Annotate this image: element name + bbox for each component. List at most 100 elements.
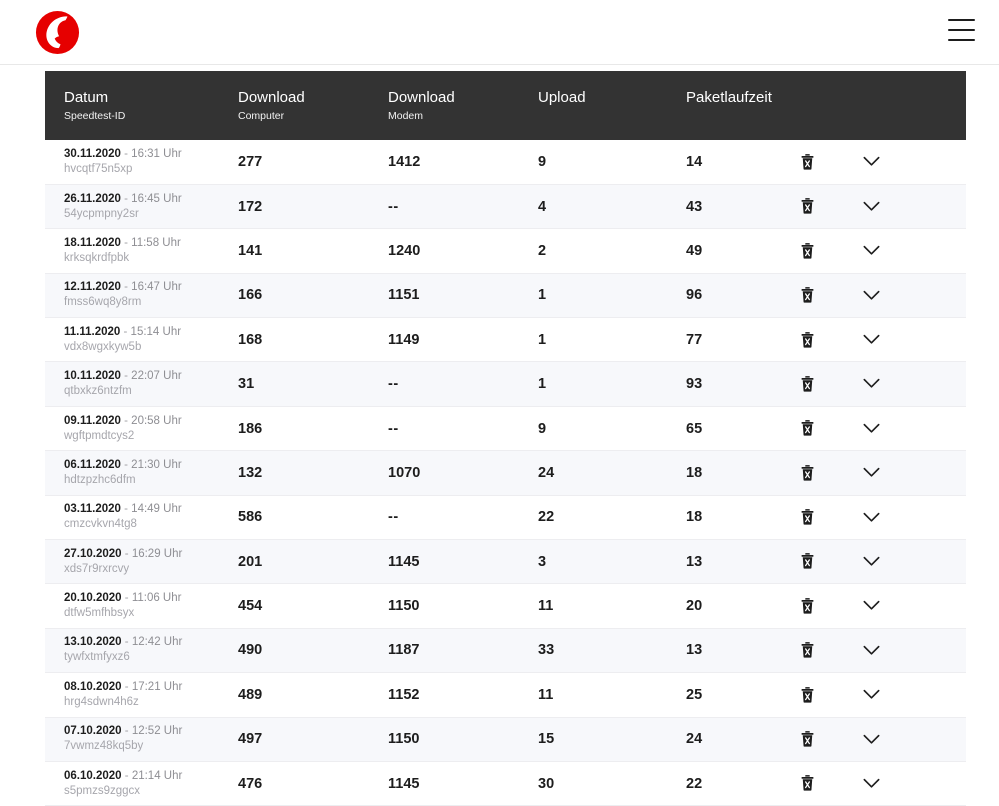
upload-value: 15 (538, 731, 555, 748)
table-row[interactable]: 12.11.2020 - 16:47 Uhr fmss6wq8y8rm 166 115… (45, 273, 966, 318)
cell-actions[interactable] (801, 761, 966, 805)
cell-paketlaufzeit: 65 (686, 406, 801, 450)
row-date-separator: - (124, 147, 128, 160)
delete-row-button[interactable] (801, 153, 814, 170)
cell-actions[interactable] (801, 717, 966, 761)
expand-row-button[interactable] (814, 156, 880, 167)
table-row[interactable]: 08.10.2020 - 17:21 Uhr hrg4sdwn4h6z 489 115… (45, 672, 966, 718)
cell-datum: 11.11.2020 - 15:14 Uhr vdx8wgxkyw5b (45, 318, 238, 362)
cell-datum: 06.11.2020 - 21:30 Uhr hdtzpzhc6dfm (45, 451, 238, 495)
upload-value: 24 (538, 464, 555, 481)
table-row[interactable]: 20.10.2020 - 11:06 Uhr dtfw5mfhbsyx 454 115… (45, 583, 966, 629)
paketlaufzeit-value: 24 (686, 731, 703, 748)
download-computer-value: 168 (238, 331, 263, 348)
delete-row-button[interactable] (801, 553, 814, 570)
cell-datum: 03.11.2020 - 14:49 Uhr cmzcvkvn4tg8 (45, 495, 238, 539)
delete-row-button[interactable] (801, 420, 814, 436)
expand-row-button[interactable] (814, 734, 880, 745)
table-row[interactable]: 03.11.2020 - 14:49 Uhr cmzcvkvn4tg8 586 -- 2… (45, 495, 966, 540)
expand-row-button[interactable] (814, 600, 880, 611)
delete-row-button[interactable] (801, 376, 814, 392)
download-computer-value: 31 (238, 376, 255, 393)
expand-row-button[interactable] (814, 334, 880, 345)
download-modem-value: 1145 (388, 775, 420, 792)
cell-actions[interactable] (801, 451, 966, 495)
table-row[interactable]: 27.10.2020 - 16:29 Uhr xds7r9rxrcvy 201 114… (45, 539, 966, 584)
expand-row-button[interactable] (814, 645, 880, 656)
delete-row-button[interactable] (801, 198, 814, 215)
row-date: 20.10.2020 - 11:06 Uhr (64, 591, 238, 606)
cell-upload: 11 (538, 673, 686, 717)
cell-download-computer: 476 (238, 761, 388, 805)
cell-actions[interactable] (801, 406, 966, 450)
table-row[interactable]: 06.11.2020 - 21:30 Uhr hdtzpzhc6dfm 132 107… (45, 450, 966, 496)
cell-actions[interactable] (801, 140, 966, 184)
cell-actions[interactable] (801, 495, 966, 539)
cell-actions[interactable] (801, 584, 966, 628)
delete-row-button[interactable] (801, 775, 814, 792)
cell-actions[interactable] (801, 273, 966, 317)
delete-row-button[interactable] (801, 287, 814, 303)
table-row[interactable]: 10.11.2020 - 22:07 Uhr qtbxkz6ntzfm 31 -- 1 9… (45, 361, 966, 407)
expand-row-button[interactable] (814, 423, 880, 434)
cell-actions[interactable] (801, 229, 966, 273)
expand-row-button[interactable] (814, 467, 880, 478)
trash-icon (801, 287, 814, 307)
table-row[interactable]: 07.10.2020 - 12:52 Uhr 7vwmz48kq5by 497 115… (45, 717, 966, 762)
menu-icon[interactable] (948, 19, 975, 41)
download-computer-value: 490 (238, 642, 263, 659)
delete-row-button[interactable] (801, 731, 814, 747)
cell-download-computer: 497 (238, 717, 388, 761)
paketlaufzeit-value: 20 (686, 598, 703, 615)
expand-row-button[interactable] (814, 778, 880, 789)
table-row[interactable]: 06.10.2020 - 21:14 Uhr s5pmzs9zggcx 476 114… (45, 761, 966, 806)
expand-row-button[interactable] (814, 512, 880, 523)
trash-icon (801, 553, 814, 573)
expand-row-button[interactable] (814, 290, 880, 301)
expand-row-button[interactable] (814, 245, 880, 256)
row-date: 30.11.2020 - 16:31 Uhr (64, 147, 238, 162)
trash-icon (801, 642, 814, 662)
download-modem-value: 1145 (388, 553, 420, 570)
row-date: 06.10.2020 - 21:14 Uhr (64, 769, 238, 784)
table-row[interactable]: 09.11.2020 - 20:58 Uhr wgftpmdtcys2 186 -- 9… (45, 406, 966, 451)
row-date-separator: - (124, 192, 128, 205)
cell-actions[interactable] (801, 184, 966, 228)
delete-row-button[interactable] (801, 686, 814, 703)
table-row[interactable]: 30.11.2020 - 16:31 Uhr hvcqtf75n5xp 277 141… (45, 140, 966, 185)
cell-actions[interactable] (801, 673, 966, 717)
table-row[interactable]: 18.11.2020 - 11:58 Uhr krksqkrdfpbk 141 124… (45, 228, 966, 274)
download-modem-value: -- (388, 509, 399, 526)
delete-row-button[interactable] (801, 597, 814, 614)
cell-datum: 27.10.2020 - 16:29 Uhr xds7r9rxrcvy (45, 540, 238, 584)
cell-actions[interactable] (801, 540, 966, 584)
vodafone-logo[interactable] (34, 9, 81, 56)
expand-row-button[interactable] (814, 378, 880, 389)
cell-download-modem: -- (388, 184, 538, 228)
download-computer-value: 132 (238, 464, 263, 481)
chevron-down-icon (814, 643, 880, 660)
upload-value: 33 (538, 642, 555, 659)
cell-actions[interactable] (801, 318, 966, 362)
delete-row-button[interactable] (801, 331, 814, 348)
chevron-down-icon (814, 376, 880, 393)
expand-row-button[interactable] (814, 689, 880, 700)
row-time-value: 12:52 Uhr (131, 725, 183, 738)
table-row[interactable]: 26.11.2020 - 16:45 Uhr 54ycpmpny2sr 172 -- 4… (45, 184, 966, 229)
expand-row-button[interactable] (814, 556, 880, 567)
expand-row-button[interactable] (814, 201, 880, 212)
column-header-paketlaufzeit: Paketlaufzeit (686, 71, 801, 140)
delete-row-button[interactable] (801, 464, 814, 481)
trash-icon (801, 597, 814, 618)
table-row[interactable]: 11.11.2020 - 15:14 Uhr vdx8wgxkyw5b 168 114… (45, 317, 966, 362)
cell-actions[interactable] (801, 362, 966, 406)
cell-upload: 9 (538, 406, 686, 450)
delete-row-button[interactable] (801, 509, 814, 525)
table-row[interactable]: 13.10.2020 - 12:42 Uhr tywfxtmfyxz6 490 118… (45, 628, 966, 673)
cell-paketlaufzeit: 93 (686, 362, 801, 406)
cell-actions[interactable] (801, 628, 966, 672)
trash-icon (801, 775, 814, 795)
delete-row-button[interactable] (801, 642, 814, 658)
chevron-down-icon (814, 687, 880, 704)
delete-row-button[interactable] (801, 242, 814, 259)
